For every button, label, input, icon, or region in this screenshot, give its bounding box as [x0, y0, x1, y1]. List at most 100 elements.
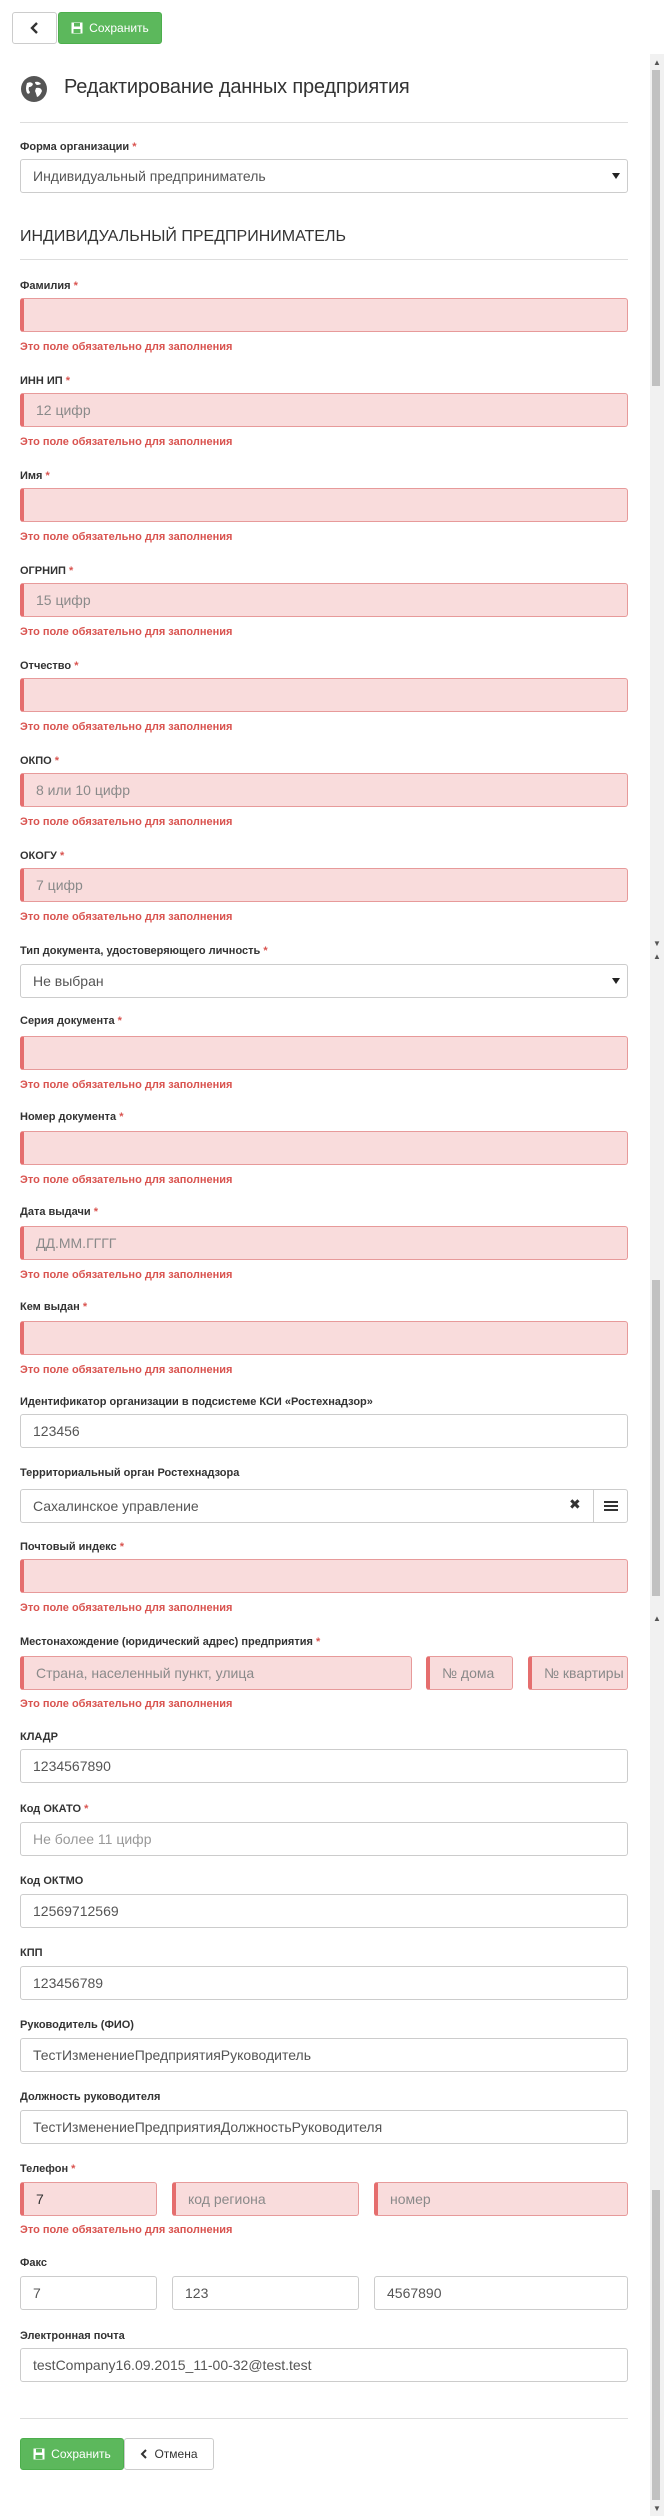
floppy-disk-icon: [33, 2448, 45, 2460]
phone-number-input[interactable]: номер: [374, 2182, 628, 2216]
error-message: Это поле обязательно для заполнения: [20, 1698, 233, 1710]
doc-type-select[interactable]: Не выбран: [20, 964, 628, 998]
kladr-input[interactable]: 1234567890: [20, 1749, 628, 1783]
territorial-body-combo[interactable]: Сахалинское управление: [20, 1489, 594, 1523]
error-message: Это поле обязательно для заполнения: [20, 911, 233, 923]
save-button-bottom[interactable]: Сохранить: [20, 2438, 124, 2470]
ksi-id-label: Идентификатор организации в подсистеме К…: [20, 1396, 373, 1408]
error-message: Это поле обязательно для заполнения: [20, 2224, 233, 2236]
address-street-input[interactable]: Страна, населенный пункт, улица: [20, 1656, 412, 1690]
okogu-input[interactable]: 7 цифр: [20, 868, 628, 902]
okato-placeholder: Не более 11 цифр: [33, 1831, 152, 1847]
error-message: Это поле обязательно для заполнения: [20, 1602, 233, 1614]
phone-label: Телефон *: [20, 2163, 76, 2175]
ogrnip-placeholder: 15 цифр: [36, 592, 91, 608]
ksi-id-value: 123456: [33, 1423, 80, 1439]
last-name-input[interactable]: [20, 298, 628, 332]
org-form-label: Форма организации *: [20, 141, 137, 153]
doc-series-label: Серия документа *: [20, 1015, 122, 1027]
list-icon: [603, 1501, 618, 1511]
scroll-up-icon[interactable]: ▲: [651, 1612, 663, 1624]
divider: [20, 122, 628, 123]
scroll-down-icon[interactable]: ▼: [651, 937, 663, 949]
fax-label: Факс: [20, 2257, 47, 2269]
error-message: Это поле обязательно для заполнения: [20, 1269, 233, 1281]
scrollbar-thumb[interactable]: [652, 2190, 660, 2500]
fax-country-input[interactable]: 7: [20, 2276, 157, 2310]
kpp-label: КПП: [20, 1947, 43, 1959]
address-label: Местонахождение (юридический адрес) пред…: [20, 1636, 321, 1648]
head-input[interactable]: ТестИзменениеПредприятияРуководитель: [20, 2038, 628, 2072]
postal-code-input[interactable]: [20, 1559, 628, 1593]
oktmo-value: 12569712569: [33, 1903, 119, 1919]
postal-code-label: Почтовый индекс *: [20, 1541, 125, 1553]
top-toolbar: Сохранить: [0, 0, 650, 54]
first-name-input[interactable]: [20, 488, 628, 522]
doc-number-label: Номер документа *: [20, 1111, 124, 1123]
issued-by-input[interactable]: [20, 1321, 628, 1355]
head-position-value: ТестИзменениеПредприятияДолжностьРуковод…: [33, 2119, 383, 2135]
okato-input[interactable]: Не более 11 цифр: [20, 1822, 628, 1856]
fax-number-input[interactable]: 4567890: [374, 2276, 628, 2310]
address-house-input[interactable]: № дома: [426, 1656, 513, 1690]
section-title: ИНДИВИДУАЛЬНЫЙ ПРЕДПРИНИМАТЕЛЬ: [20, 228, 346, 245]
floppy-disk-icon: [71, 22, 83, 34]
list-button[interactable]: [593, 1489, 628, 1523]
last-name-label: Фамилия *: [20, 280, 78, 292]
org-form-value: Индивидуальный предприниматель: [33, 168, 266, 184]
caret-down-icon: [612, 978, 620, 984]
phone-country-input[interactable]: 7: [20, 2182, 157, 2216]
head-position-input[interactable]: ТестИзменениеПредприятияДолжностьРуковод…: [20, 2110, 628, 2144]
scrollbar-thumb[interactable]: [652, 70, 660, 386]
kladr-value: 1234567890: [33, 1758, 111, 1774]
error-message: Это поле обязательно для заполнения: [20, 1079, 233, 1091]
address-flat-input[interactable]: № квартиры: [528, 1656, 628, 1690]
phone-region-input[interactable]: код региона: [172, 2182, 359, 2216]
territorial-body-value: Сахалинское управление: [33, 1498, 199, 1514]
okpo-label: ОКПО *: [20, 755, 60, 767]
address-house-placeholder: № дома: [442, 1665, 495, 1681]
scroll-up-icon[interactable]: ▲: [651, 950, 663, 962]
ogrnip-input[interactable]: 15 цифр: [20, 583, 628, 617]
cancel-button-label: Отмена: [154, 2447, 198, 2461]
doc-series-input[interactable]: [20, 1036, 628, 1070]
divider: [20, 2418, 628, 2419]
scroll-up-icon[interactable]: ▲: [651, 56, 663, 68]
clear-icon[interactable]: ✖: [569, 1496, 581, 1513]
scrollbar-thumb[interactable]: [652, 1280, 660, 1596]
inn-input[interactable]: 12 цифр: [20, 393, 628, 427]
ksi-id-input[interactable]: 123456: [20, 1414, 628, 1448]
fax-region-input[interactable]: 123: [172, 2276, 359, 2310]
cancel-button[interactable]: Отмена: [124, 2438, 214, 2470]
issue-date-input[interactable]: ДД.ММ.ГГГГ: [20, 1226, 628, 1260]
error-message: Это поле обязательно для заполнения: [20, 1364, 233, 1376]
kladr-label: КЛАДР: [20, 1731, 58, 1743]
chevron-left-icon: [29, 22, 38, 34]
oktmo-input[interactable]: 12569712569: [20, 1894, 628, 1928]
email-input[interactable]: testCompany16.09.2015_11-00-32@test.test: [20, 2348, 628, 2382]
patronymic-label: Отчество *: [20, 660, 79, 672]
fax-region-value: 123: [185, 2285, 209, 2301]
scroll-down-icon[interactable]: ▼: [651, 2502, 663, 2514]
error-message: Это поле обязательно для заполнения: [20, 436, 233, 448]
territorial-body-label: Территориальный орган Ростехнадзора: [20, 1467, 240, 1479]
doc-number-input[interactable]: [20, 1131, 628, 1165]
kpp-input[interactable]: 123456789: [20, 1966, 628, 2000]
doc-type-value: Не выбран: [33, 973, 104, 989]
email-label: Электронная почта: [20, 2330, 125, 2342]
fax-country-value: 7: [33, 2285, 41, 2301]
phone-region-placeholder: код региона: [188, 2191, 266, 2207]
okpo-input[interactable]: 8 или 10 цифр: [20, 773, 628, 807]
inn-placeholder: 12 цифр: [36, 402, 91, 418]
globe-icon: [21, 76, 47, 102]
back-button[interactable]: [12, 12, 57, 44]
issue-date-placeholder: ДД.ММ.ГГГГ: [36, 1235, 117, 1251]
error-message: Это поле обязательно для заполнения: [20, 626, 233, 638]
oktmo-label: Код ОКТМО: [20, 1875, 84, 1887]
patronymic-input[interactable]: [20, 678, 628, 712]
save-button-top[interactable]: Сохранить: [58, 12, 162, 44]
divider: [20, 259, 628, 260]
fax-number-value: 4567890: [387, 2285, 442, 2301]
caret-down-icon: [612, 173, 620, 179]
org-form-select[interactable]: Индивидуальный предприниматель: [20, 159, 628, 193]
